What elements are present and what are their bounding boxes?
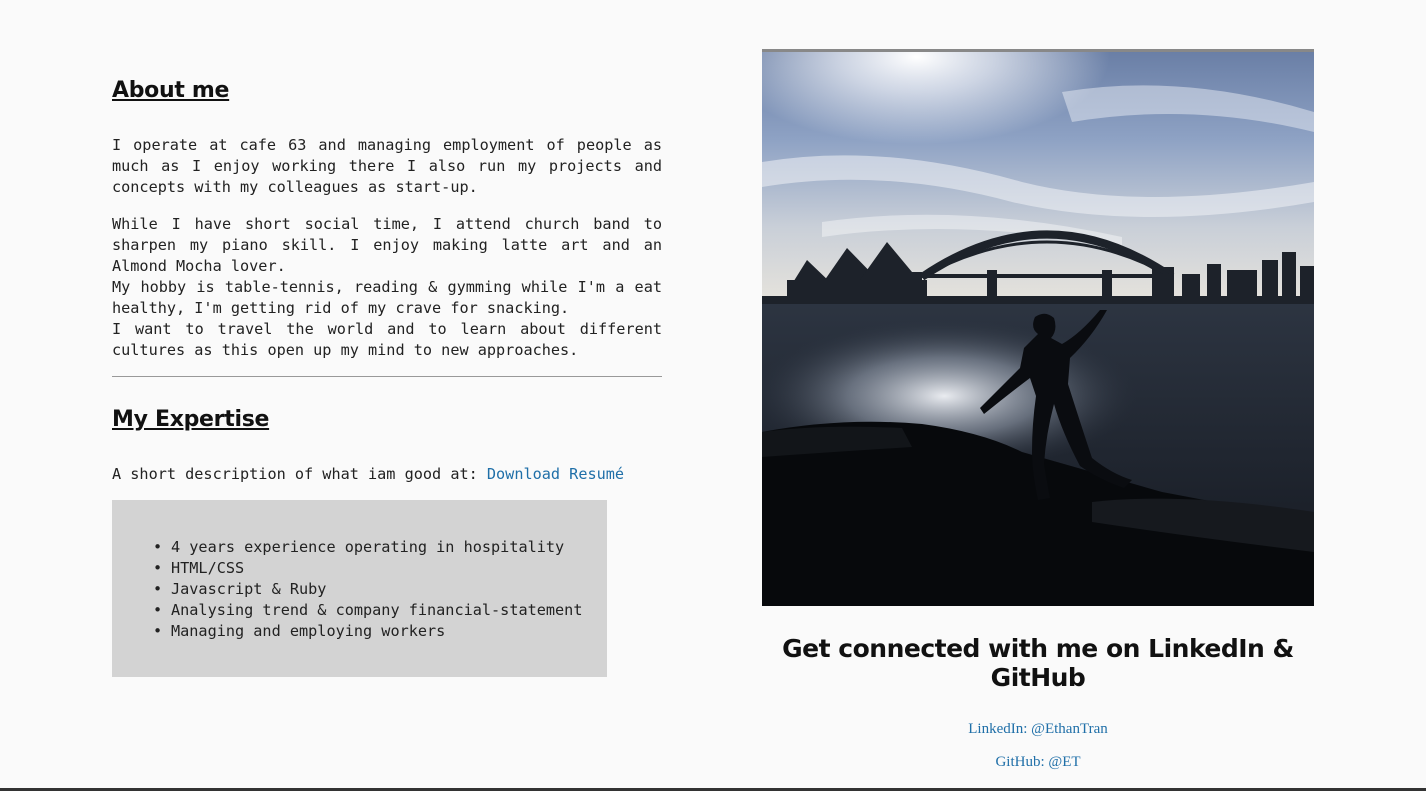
about-line-hobby: My hobby is table-tennis, reading & gymm… bbox=[112, 278, 662, 317]
about-paragraph-1: I operate at cafe 63 and managing employ… bbox=[112, 136, 662, 196]
linkedin-row: LinkedIn: @EthanTran bbox=[762, 721, 1314, 738]
bullet-icon: • bbox=[153, 580, 163, 598]
right-column: Get connected with me on LinkedIn & GitH… bbox=[762, 49, 1314, 771]
skill-item: • 4 years experience operating in hospita… bbox=[153, 537, 607, 558]
skills-box: • 4 years experience operating in hospita… bbox=[112, 500, 607, 677]
skill-item: • Managing and employing workers bbox=[153, 621, 607, 642]
bullet-icon: • bbox=[153, 538, 163, 556]
bullet-icon: • bbox=[153, 559, 163, 577]
skill-item: • HTML/CSS bbox=[153, 558, 607, 579]
skill-text: Analysing trend & company financial-stat… bbox=[171, 601, 583, 619]
skill-item: • Javascript & Ruby bbox=[153, 579, 607, 600]
bullet-icon: • bbox=[153, 622, 163, 640]
download-resume-link[interactable]: Download Resumé bbox=[487, 465, 624, 483]
linkedin-link[interactable]: LinkedIn: @EthanTran bbox=[968, 721, 1108, 737]
skill-text: HTML/CSS bbox=[171, 559, 245, 577]
bullet-icon: • bbox=[153, 601, 163, 619]
about-title: About me bbox=[112, 78, 230, 103]
skill-text: Javascript & Ruby bbox=[171, 580, 327, 598]
skill-item: • Analysing trend & company financial-sta… bbox=[153, 600, 607, 621]
expertise-title: My Expertise bbox=[112, 407, 270, 432]
github-row: GitHub: @ET bbox=[762, 754, 1314, 771]
section-divider bbox=[112, 376, 662, 377]
skills-list: • 4 years experience operating in hospita… bbox=[112, 537, 607, 642]
expertise-description: A short description of what iam good at:… bbox=[112, 464, 662, 485]
connect-title: Get connected with me on LinkedIn & GitH… bbox=[782, 634, 1294, 692]
github-link[interactable]: GitHub: @ET bbox=[995, 754, 1080, 770]
skill-text: Managing and employing workers bbox=[171, 622, 446, 640]
harbour-photo-illustration bbox=[762, 52, 1314, 606]
about-line-travel: I want to travel the world and to learn … bbox=[112, 320, 662, 359]
profile-photo bbox=[762, 49, 1314, 606]
about-line-church: While I have short social time, I attend… bbox=[112, 215, 662, 275]
expertise-description-text: A short description of what iam good at: bbox=[112, 465, 487, 483]
left-column: About me I operate at cafe 63 and managi… bbox=[112, 78, 662, 677]
about-paragraph-2: While I have short social time, I attend… bbox=[112, 214, 662, 361]
skill-text: 4 years experience operating in hospital… bbox=[171, 538, 565, 556]
